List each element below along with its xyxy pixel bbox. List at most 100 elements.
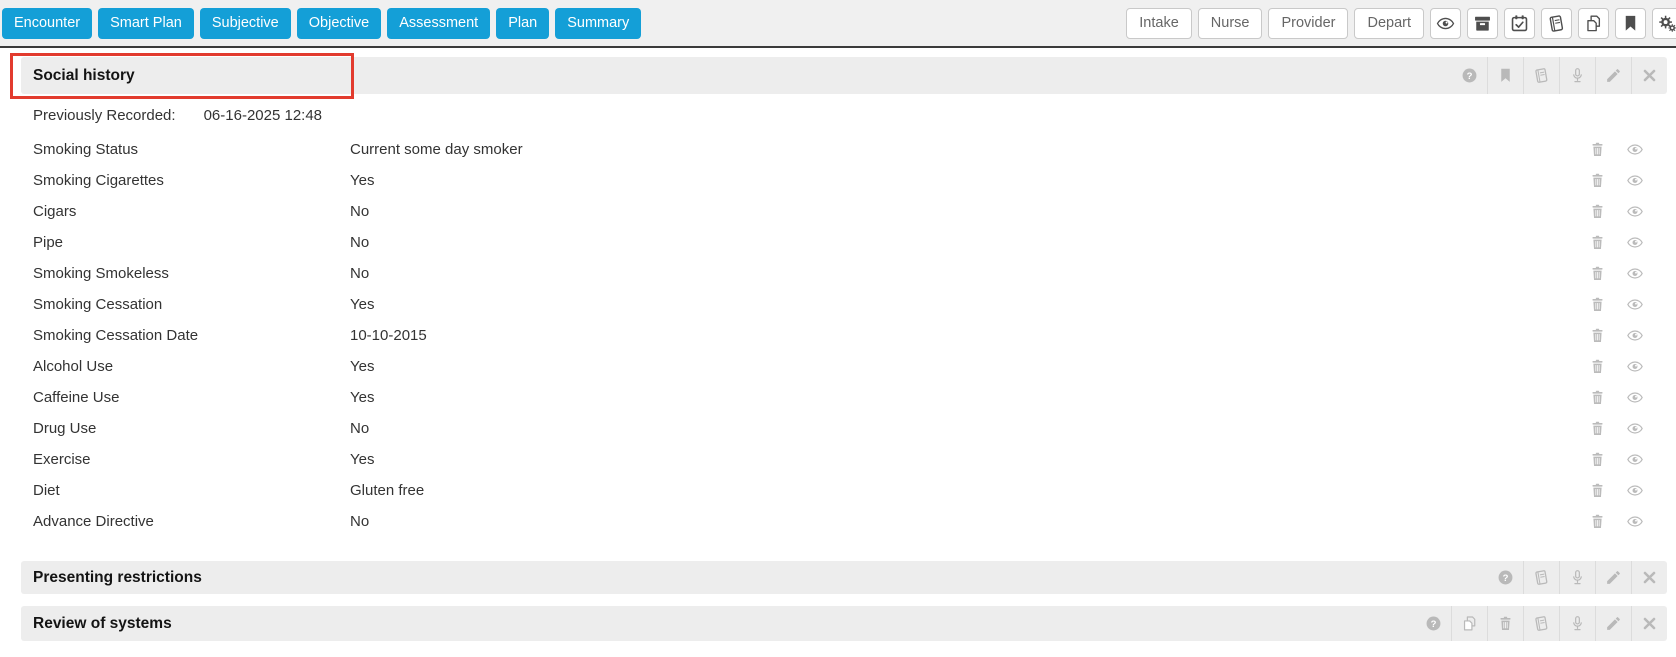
tab-objective[interactable]: Objective <box>296 7 382 39</box>
delete-row-button[interactable] <box>1589 389 1606 406</box>
eye-icon <box>1625 265 1645 282</box>
book-button[interactable] <box>1523 57 1559 94</box>
help-button[interactable] <box>1487 561 1523 594</box>
pencil-icon <box>1605 67 1622 84</box>
view-row-button[interactable] <box>1625 203 1645 220</box>
tab-plan[interactable]: Plan <box>496 7 550 39</box>
delete-row-button[interactable] <box>1589 203 1606 220</box>
row-value: No <box>350 203 370 220</box>
view-row-button[interactable] <box>1625 420 1645 437</box>
eye-icon <box>1625 296 1645 313</box>
trash-icon <box>1589 389 1606 406</box>
calendar-check-icon <box>1510 14 1529 33</box>
section-header-actions <box>1487 561 1667 594</box>
eye-button[interactable] <box>1430 7 1461 39</box>
row-value: Yes <box>350 296 375 313</box>
row-value: No <box>350 265 370 282</box>
delete-row-button[interactable] <box>1589 265 1606 282</box>
eye-icon <box>1625 358 1645 375</box>
view-row-button[interactable] <box>1625 265 1645 282</box>
help-button[interactable] <box>1451 57 1487 94</box>
delete-button[interactable] <box>1487 606 1523 641</box>
table-row: Smoking Cessation Date 10-10-2015 <box>0 320 1676 351</box>
delete-row-button[interactable] <box>1589 420 1606 437</box>
section-header-actions <box>1415 606 1667 641</box>
row-value: No <box>350 513 370 530</box>
edit-button[interactable] <box>1595 606 1631 641</box>
delete-row-button[interactable] <box>1589 358 1606 375</box>
eye-icon <box>1625 203 1645 220</box>
depart-button[interactable]: Depart <box>1354 7 1424 39</box>
copy-icon <box>1584 14 1603 33</box>
tab-subjective[interactable]: Subjective <box>199 7 291 39</box>
row-label: Caffeine Use <box>33 389 120 406</box>
delete-row-button[interactable] <box>1589 141 1606 158</box>
view-row-button[interactable] <box>1625 141 1645 158</box>
intake-button[interactable]: Intake <box>1126 7 1192 39</box>
view-row-button[interactable] <box>1625 358 1645 375</box>
close-button[interactable] <box>1631 57 1667 94</box>
row-value: No <box>350 234 370 251</box>
nurse-button[interactable]: Nurse <box>1197 7 1263 39</box>
delete-row-button[interactable] <box>1589 296 1606 313</box>
view-row-button[interactable] <box>1625 482 1645 499</box>
provider-button[interactable]: Provider <box>1268 7 1349 39</box>
close-button[interactable] <box>1631 606 1667 641</box>
pencil-icon <box>1605 569 1622 586</box>
table-row: Caffeine Use Yes <box>0 382 1676 413</box>
close-button[interactable] <box>1631 561 1667 594</box>
view-row-button[interactable] <box>1625 451 1645 468</box>
view-row-button[interactable] <box>1625 389 1645 406</box>
delete-row-button[interactable] <box>1589 234 1606 251</box>
eye-icon <box>1625 482 1645 499</box>
trash-icon <box>1589 327 1606 344</box>
section-title: Presenting restrictions <box>33 568 202 586</box>
copy-button[interactable] <box>1451 606 1487 641</box>
trash-icon <box>1497 615 1514 632</box>
tab-encounter[interactable]: Encounter <box>2 7 93 39</box>
delete-row-button[interactable] <box>1589 172 1606 189</box>
delete-row-button[interactable] <box>1589 513 1606 530</box>
row-label: Diet <box>33 482 60 499</box>
delete-row-button[interactable] <box>1589 451 1606 468</box>
table-row: Alcohol Use Yes <box>0 351 1676 382</box>
edit-button[interactable] <box>1595 57 1631 94</box>
microphone-button[interactable] <box>1559 561 1595 594</box>
view-row-button[interactable] <box>1625 172 1645 189</box>
row-label: Drug Use <box>33 420 97 437</box>
bookmark-button[interactable] <box>1487 57 1523 94</box>
row-value: Yes <box>350 172 375 189</box>
row-label: Cigars <box>33 203 77 220</box>
close-icon <box>1641 615 1658 632</box>
calendar-check-button[interactable] <box>1504 7 1535 39</box>
microphone-button[interactable] <box>1559 57 1595 94</box>
view-row-button[interactable] <box>1625 234 1645 251</box>
copy-button[interactable] <box>1578 7 1609 39</box>
archive-button[interactable] <box>1467 7 1498 39</box>
book-button[interactable] <box>1541 7 1572 39</box>
settings-button[interactable] <box>1652 7 1676 39</box>
view-row-button[interactable] <box>1625 513 1645 530</box>
eye-icon <box>1625 141 1645 158</box>
tab-smart-plan[interactable]: Smart Plan <box>98 7 194 39</box>
book-button[interactable] <box>1523 606 1559 641</box>
edit-button[interactable] <box>1595 561 1631 594</box>
delete-row-button[interactable] <box>1589 482 1606 499</box>
pencil-icon <box>1605 615 1622 632</box>
previously-recorded-row: Previously Recorded: 06-16-2025 12:48 <box>33 105 1676 125</box>
help-button[interactable] <box>1415 606 1451 641</box>
delete-row-button[interactable] <box>1589 327 1606 344</box>
view-row-button[interactable] <box>1625 296 1645 313</box>
tab-summary[interactable]: Summary <box>555 7 642 39</box>
book-button[interactable] <box>1523 561 1559 594</box>
table-row: Pipe No <box>0 227 1676 258</box>
trash-icon <box>1589 141 1606 158</box>
view-row-button[interactable] <box>1625 327 1645 344</box>
bookmark-button[interactable] <box>1615 7 1646 39</box>
section-header-presenting-restrictions: Presenting restrictions <box>21 561 1667 594</box>
microphone-button[interactable] <box>1559 606 1595 641</box>
table-row: Drug Use No <box>0 413 1676 444</box>
question-icon <box>1461 67 1478 84</box>
tab-assessment[interactable]: Assessment <box>387 7 491 39</box>
section-title: Social history <box>33 66 135 84</box>
